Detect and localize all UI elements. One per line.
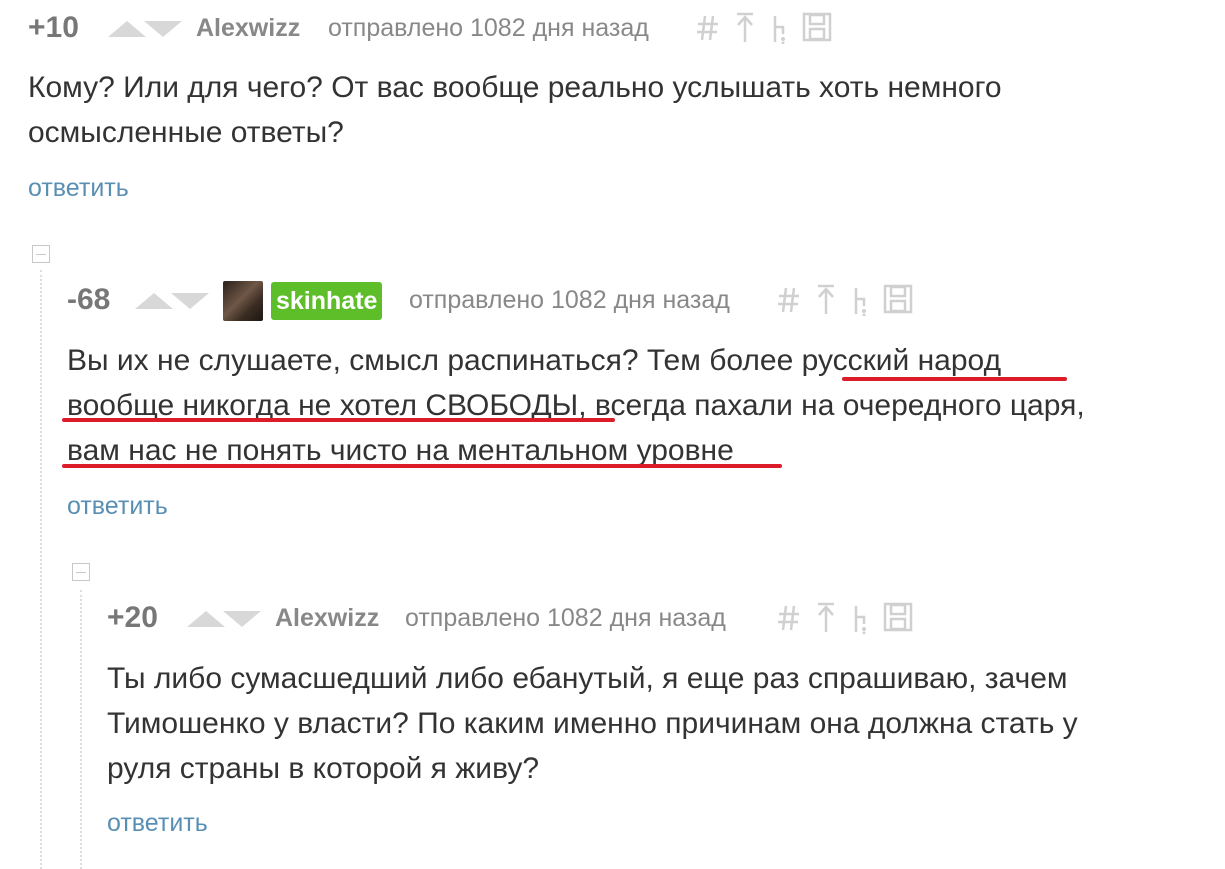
- comment-meta: отправлено 1082 дня назад: [328, 14, 649, 42]
- user-avatar[interactable]: [223, 281, 263, 321]
- reply-link[interactable]: ответить: [28, 174, 129, 203]
- comment-body-line: осмысленные ответы?: [28, 116, 344, 149]
- collapse-toggle-icon[interactable]: [72, 563, 90, 581]
- comment-meta: отправлено 1082 дня назад: [409, 286, 730, 314]
- comment: +20 Alexwizz отправлено 1082 дня назад Т…: [107, 598, 1217, 848]
- comment-body: Кому? Или для чего? От вас вообще реальн…: [28, 65, 1198, 155]
- collapse-toggle-icon[interactable]: [32, 245, 50, 263]
- comment-header: +10 Alexwizz отправлено 1082 дня назад: [28, 8, 1218, 48]
- vote-up-icon[interactable]: [135, 293, 173, 309]
- comment-body-line: Тимошенко у власти? По каким именно прич…: [107, 707, 1078, 740]
- comment-author[interactable]: Alexwizz: [196, 8, 300, 48]
- hash-icon[interactable]: [696, 12, 720, 42]
- comment-body-line: Ты либо сумасшедший либо ебанутый, я еще…: [107, 662, 1068, 695]
- comment: +10 Alexwizz отправлено 1082 дня назад К…: [28, 8, 1218, 208]
- comment-actions: [777, 284, 922, 318]
- vote-down-icon[interactable]: [144, 21, 182, 37]
- reply-link[interactable]: ответить: [107, 809, 208, 838]
- vote-arrows: [135, 293, 209, 309]
- thread-line: [40, 270, 42, 869]
- save-icon[interactable]: [883, 602, 913, 632]
- save-icon[interactable]: [883, 284, 913, 314]
- hash-icon[interactable]: [777, 284, 801, 314]
- comment-meta: отправлено 1082 дня назад: [405, 604, 726, 632]
- comment: -68 skinhate отправлено 1082 дня назад В…: [67, 280, 1217, 530]
- highlight-underline: [62, 418, 615, 422]
- comment-actions: [696, 12, 841, 46]
- vote-down-icon[interactable]: [223, 611, 261, 627]
- comment-actions: [777, 602, 922, 636]
- parent-arrow-icon[interactable]: [815, 284, 837, 316]
- reply-link[interactable]: ответить: [67, 492, 168, 521]
- tree-icon[interactable]: [851, 602, 871, 634]
- comment-author[interactable]: skinhate: [271, 282, 383, 320]
- parent-arrow-icon[interactable]: [734, 12, 756, 44]
- parent-arrow-icon[interactable]: [815, 602, 837, 634]
- comment-score: +20: [107, 601, 158, 634]
- vote-arrows: [187, 611, 261, 627]
- comment-body: Вы их не слушаете, смысл распинаться? Те…: [67, 338, 1217, 473]
- save-icon[interactable]: [802, 12, 832, 42]
- highlight-underline: [842, 377, 1067, 381]
- highlight-underline: [62, 464, 782, 468]
- tree-icon[interactable]: [851, 284, 871, 316]
- comment-header: -68 skinhate отправлено 1082 дня назад: [67, 280, 1217, 321]
- thread-line: [80, 590, 82, 869]
- tree-icon[interactable]: [770, 12, 790, 44]
- comment-body: Ты либо сумасшедший либо ебанутый, я еще…: [107, 656, 1217, 791]
- hash-icon[interactable]: [777, 602, 801, 632]
- comment-score: -68: [67, 283, 111, 316]
- comment-author[interactable]: Alexwizz: [275, 598, 379, 638]
- vote-down-icon[interactable]: [171, 293, 209, 309]
- comment-body-line: Кому? Или для чего? От вас вообще реальн…: [28, 71, 1002, 104]
- vote-up-icon[interactable]: [108, 21, 146, 37]
- vote-arrows: [108, 21, 182, 37]
- comment-header: +20 Alexwizz отправлено 1082 дня назад: [107, 598, 1217, 638]
- comment-score: +10: [28, 11, 79, 44]
- comment-body-line: руля страны в которой я живу?: [107, 752, 540, 785]
- vote-up-icon[interactable]: [187, 611, 225, 627]
